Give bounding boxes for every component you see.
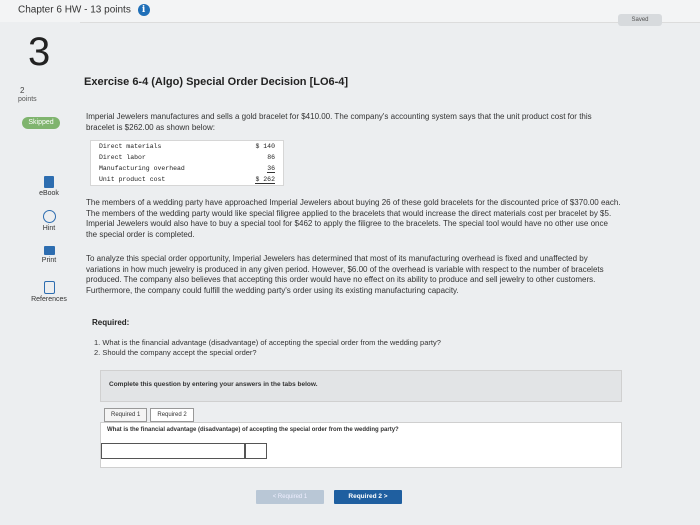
cost-label: Direct labor [99,154,146,161]
print-icon [43,246,55,255]
cost-table: Direct materials $ 140 Direct labor 86 M… [90,140,284,186]
answer-instruction: Complete this question by entering your … [109,381,318,388]
prev-required-button[interactable]: < Required 1 [256,490,324,504]
hint-label: Hint [42,225,56,232]
references-label: References [31,296,67,303]
cost-amount: $ 140 [255,143,275,150]
table-row: Direct labor 86 [91,152,283,163]
answer-label-field[interactable] [101,443,245,459]
hint-button[interactable]: Hint [24,210,74,232]
exercise-title: Exercise 6-4 (Algo) Special Order Decisi… [84,76,349,88]
left-rail [0,22,80,525]
tab-required-1[interactable]: Required 1 [104,408,148,422]
tab-required-2[interactable]: Required 2 [150,408,194,422]
top-bar: Chapter 6 HW - 13 points i [0,0,700,23]
table-row: Manufacturing overhead 36 [91,163,283,174]
list-item: 1. What is the financial advantage (disa… [94,338,441,347]
print-label: Print [41,257,57,264]
answer-instruction-box: Complete this question by entering your … [100,370,622,402]
tab-panel: What is the financial advantage (disadva… [100,422,622,468]
ebook-button[interactable]: eBook [24,176,74,197]
print-button[interactable]: Print [24,246,74,264]
wedding-paragraph: The members of a wedding party have appr… [86,198,621,239]
next-required-button[interactable]: Required 2 > [334,490,402,504]
chapter-title-text: Chapter 6 HW - 13 points [18,4,131,16]
ebook-label: eBook [39,190,59,197]
cost-label: Direct materials [99,143,162,150]
question-number: 3 [28,30,51,74]
skipped-badge: Skipped [22,117,60,129]
cost-label: Manufacturing overhead [99,165,185,172]
references-icon [43,281,55,294]
table-row: Direct materials $ 140 [91,141,283,152]
cost-label: Unit product cost [99,176,166,183]
table-row: Unit product cost $ 262 [91,174,283,185]
references-button[interactable]: References [24,281,74,303]
hint-icon [42,210,56,223]
points-label: points [18,96,37,103]
chapter-title: Chapter 6 HW - 13 points i [18,4,150,16]
points-value: 2 [20,86,25,95]
answer-tabs: Required 1 Required 2 [104,408,197,422]
book-icon [44,176,54,188]
required-heading: Required: [92,318,130,327]
answer-amount-field[interactable] [245,443,267,459]
required-list: 1. What is the financial advantage (disa… [94,338,441,358]
saved-badge: Saved [618,14,662,26]
list-item: 2. Should the company accept the special… [94,348,257,357]
cost-amount: $ 262 [255,176,275,184]
cost-amount: 36 [267,165,275,173]
cost-amount: 86 [267,154,275,161]
tab-question: What is the financial advantage (disadva… [107,427,399,433]
intro-paragraph: Imperial Jewelers manufactures and sells… [86,112,592,132]
info-icon[interactable]: i [137,4,150,16]
analysis-paragraph: To analyze this special order opportunit… [86,254,604,295]
